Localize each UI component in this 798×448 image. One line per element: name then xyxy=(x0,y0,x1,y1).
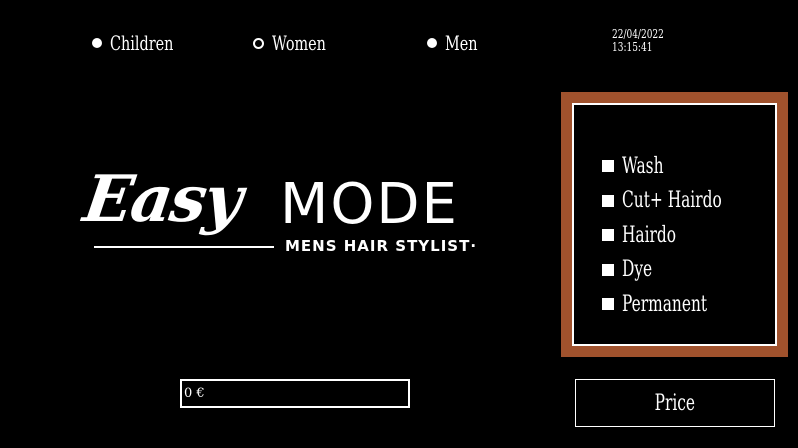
service-wash[interactable]: Wash xyxy=(602,149,764,184)
radio-children[interactable]: Children xyxy=(92,31,198,55)
checkbox-permanent[interactable] xyxy=(602,298,614,311)
checkbox-dye[interactable] xyxy=(602,263,614,276)
service-label-hairdo: Hairdo xyxy=(622,222,677,248)
radio-men[interactable]: Men xyxy=(427,31,490,55)
easymode-logo: Easy MODE MENS HAIR STYLIST· xyxy=(79,160,478,260)
services-panel: Wash Cut+ Hairdo Hairdo Dye Permanent xyxy=(572,103,777,346)
logo-bold-text: MODE xyxy=(280,172,459,237)
service-label-cut-hairdo: Cut+ Hairdo xyxy=(622,188,722,214)
radio-label-children: Children xyxy=(110,31,174,55)
service-label-dye: Dye xyxy=(622,257,653,283)
radio-dot-women[interactable] xyxy=(253,37,264,49)
datetime-display: 22/04/2022 13:15:41 xyxy=(612,28,664,54)
service-label-permanent: Permanent xyxy=(622,291,708,317)
service-hairdo[interactable]: Hairdo xyxy=(602,218,764,253)
service-permanent[interactable]: Permanent xyxy=(602,287,764,322)
logo-script-text: Easy xyxy=(79,162,246,237)
radio-women[interactable]: Women xyxy=(253,31,347,55)
checkbox-cut-hairdo[interactable] xyxy=(602,194,614,207)
price-button[interactable]: Price xyxy=(575,379,775,427)
checkbox-wash[interactable] xyxy=(602,160,614,173)
radio-label-men: Men xyxy=(445,31,478,55)
time-text: 13:15:41 xyxy=(612,40,653,54)
radio-dot-children[interactable] xyxy=(92,38,102,48)
logo-underline xyxy=(94,246,274,248)
checkbox-hairdo[interactable] xyxy=(602,229,614,242)
radio-label-women: Women xyxy=(272,31,326,55)
price-button-label: Price xyxy=(654,390,696,416)
service-dye[interactable]: Dye xyxy=(602,253,764,288)
total-price-field[interactable] xyxy=(180,379,410,408)
radio-dot-men[interactable] xyxy=(427,38,437,48)
services-list: Wash Cut+ Hairdo Hairdo Dye Permanent xyxy=(602,149,764,322)
service-cut-hairdo[interactable]: Cut+ Hairdo xyxy=(602,184,764,219)
service-label-wash: Wash xyxy=(622,153,664,179)
services-panel-frame: Wash Cut+ Hairdo Hairdo Dye Permanent xyxy=(561,92,788,357)
logo-subtitle: MENS HAIR STYLIST· xyxy=(285,237,478,255)
